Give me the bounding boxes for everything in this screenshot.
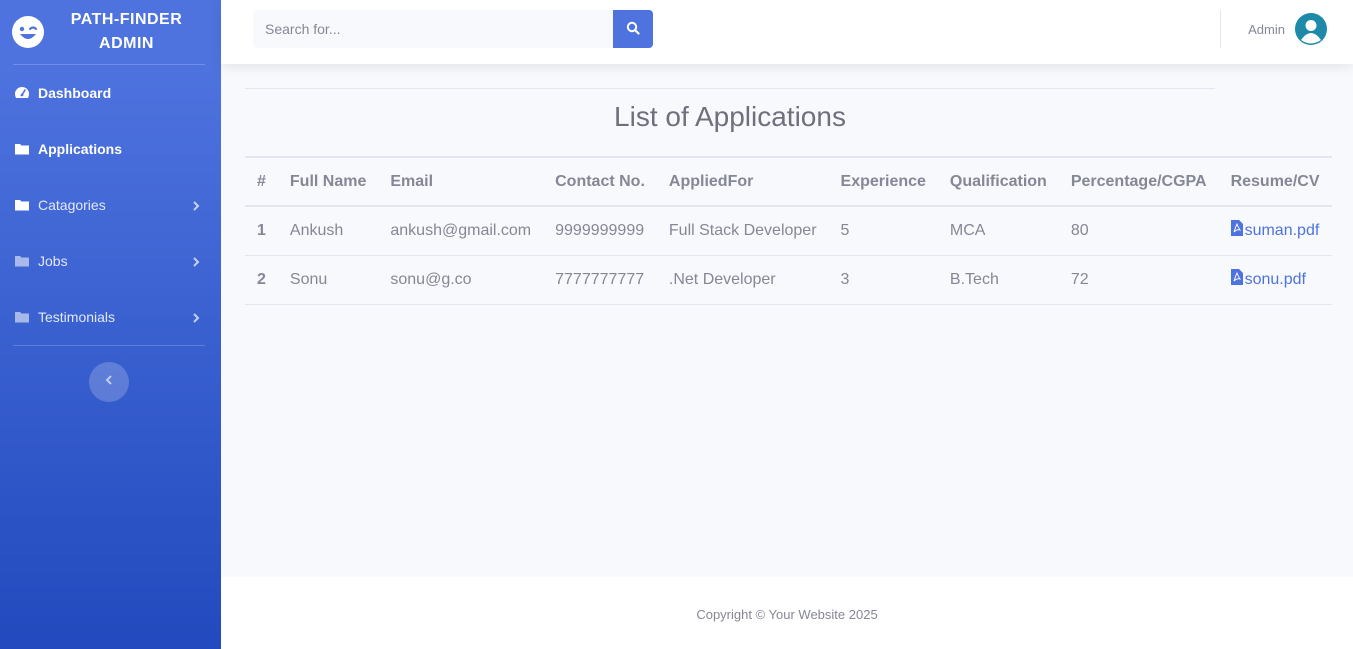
column-header: Contact No. xyxy=(555,172,645,190)
brand-name: PATH-FINDER ADMIN xyxy=(44,8,209,56)
sidebar-item-dashboard[interactable]: Dashboard xyxy=(0,65,221,121)
file-pdf-icon xyxy=(1230,220,1245,241)
chevron-right-icon xyxy=(191,199,201,211)
folder-icon xyxy=(14,309,30,325)
tachometer-icon xyxy=(14,85,30,101)
page-title: List of Applications xyxy=(614,101,846,132)
cell-qualification: B.Tech xyxy=(937,255,1059,305)
row-number: 1 xyxy=(245,206,278,256)
column-header: Qualification xyxy=(949,172,1047,190)
search-input[interactable] xyxy=(253,10,613,48)
cell-email: ankush@gmail.com xyxy=(378,206,544,256)
cell-percentage: 72 xyxy=(1058,255,1219,305)
sidebar-item-label: Dashboard xyxy=(38,85,112,101)
sidebar-item-catagories[interactable]: Catagories xyxy=(0,177,221,233)
brand-line-2: ADMIN xyxy=(99,35,154,52)
resume-link[interactable]: sonu.pdf xyxy=(1230,269,1306,290)
laugh-wink-icon xyxy=(12,16,44,48)
chevron-right-icon xyxy=(191,255,201,267)
column-header: Percentage/CGPA xyxy=(1070,172,1207,190)
sidebar-item-testimonials[interactable]: Testimonials xyxy=(0,289,221,345)
row-number: 2 xyxy=(245,255,278,305)
resume-link[interactable]: suman.pdf xyxy=(1230,220,1320,241)
sidebar: PATH-FINDER ADMIN Dashboard Applications… xyxy=(0,0,221,649)
chevron-left-icon xyxy=(104,373,114,391)
column-header: # xyxy=(257,172,266,190)
folder-icon xyxy=(14,141,30,157)
copyright-text: Copyright © Your Website 2025 xyxy=(696,607,878,622)
column-header: AppliedFor xyxy=(668,172,754,190)
topbar: Admin xyxy=(221,0,1353,64)
table-row: 1 Ankush ankush@gmail.com 9999999999 Ful… xyxy=(245,206,1332,256)
topbar-divider xyxy=(1220,10,1221,48)
cell-email: sonu@g.co xyxy=(378,255,544,305)
cell-resume: sonu.pdf xyxy=(1218,255,1332,305)
sidebar-item-label: Testimonials xyxy=(38,309,116,325)
cell-applied-for: .Net Developer xyxy=(656,255,829,305)
applications-table: # Full Name Email Contact No. AppliedFor… xyxy=(245,156,1332,305)
table-header-row: # Full Name Email Contact No. AppliedFor… xyxy=(245,157,1332,206)
cell-applied-for: Full Stack Developer xyxy=(656,206,829,256)
cell-qualification: MCA xyxy=(937,206,1059,256)
footer: Copyright © Your Website 2025 xyxy=(221,577,1353,649)
main-content: List of Applications # Full Name Email C… xyxy=(245,88,1332,305)
chevron-right-icon xyxy=(191,311,201,323)
column-header: Experience xyxy=(840,172,926,190)
folder-icon xyxy=(14,197,30,213)
sidebar-item-applications[interactable]: Applications xyxy=(0,121,221,177)
column-header: Resume/CV xyxy=(1230,172,1320,190)
sidebar-item-label: Jobs xyxy=(38,253,68,269)
folder-icon xyxy=(14,253,30,269)
search-icon xyxy=(626,21,640,38)
cell-contact: 9999999999 xyxy=(543,206,657,256)
user-name: Admin xyxy=(1248,21,1285,37)
cell-contact: 7777777777 xyxy=(543,255,657,305)
file-pdf-icon xyxy=(1230,269,1245,290)
column-header: Full Name xyxy=(289,172,367,190)
cell-full-name: Sonu xyxy=(277,255,379,305)
cell-experience: 5 xyxy=(828,206,938,256)
user-avatar-icon xyxy=(1295,13,1327,45)
brand-line-1: PATH-FINDER xyxy=(70,11,183,28)
cell-experience: 3 xyxy=(828,255,938,305)
sidebar-item-jobs[interactable]: Jobs xyxy=(0,233,221,289)
resume-filename: suman.pdf xyxy=(1244,221,1320,239)
search-form xyxy=(253,10,653,48)
column-header: Email xyxy=(390,172,434,190)
cell-percentage: 80 xyxy=(1058,206,1219,256)
search-button[interactable] xyxy=(613,10,653,48)
user-dropdown[interactable]: Admin xyxy=(1248,13,1327,45)
sidebar-brand[interactable]: PATH-FINDER ADMIN xyxy=(0,0,221,64)
cell-resume: suman.pdf xyxy=(1218,206,1332,256)
sidebar-item-label: Catagories xyxy=(38,197,106,213)
resume-filename: sonu.pdf xyxy=(1244,270,1306,288)
cell-full-name: Ankush xyxy=(277,206,379,256)
sidebar-item-label: Applications xyxy=(38,141,123,157)
sidebar-divider xyxy=(13,345,205,346)
sidebar-toggle-button[interactable] xyxy=(89,362,129,402)
table-row: 2 Sonu sonu@g.co 7777777777 .Net Develop… xyxy=(245,255,1332,305)
